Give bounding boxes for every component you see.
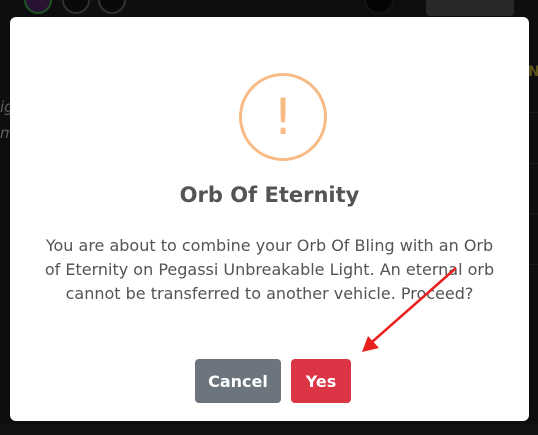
warning-icon: ! xyxy=(239,73,327,161)
dialog-message: You are about to combine your Orb Of Bli… xyxy=(44,236,495,303)
confirm-yes-button[interactable]: Yes xyxy=(291,359,351,403)
dialog-title: Orb Of Eternity xyxy=(179,183,360,207)
cancel-button[interactable]: Cancel xyxy=(195,359,281,403)
